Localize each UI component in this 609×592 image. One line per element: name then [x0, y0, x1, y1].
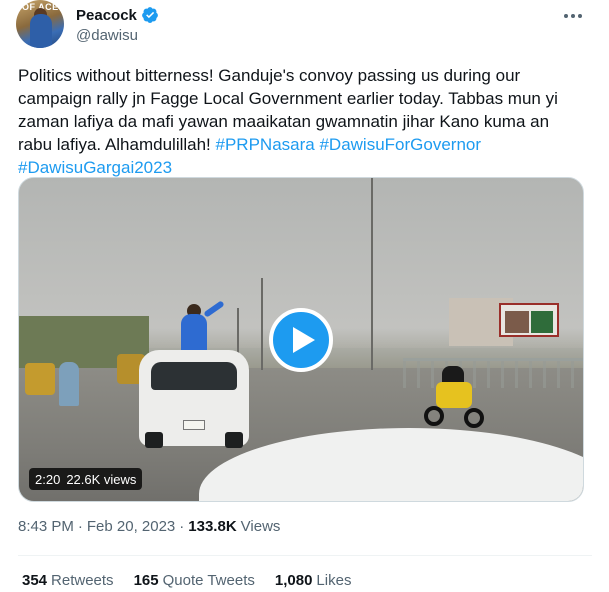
motorbike-body	[436, 382, 472, 408]
car-plate	[183, 420, 205, 430]
video-views: 22.6K views	[66, 471, 137, 487]
quotes-count: 165	[133, 572, 159, 589]
play-icon	[292, 327, 315, 353]
avatar[interactable]: OF ACE	[16, 0, 64, 48]
tweet-time[interactable]: 8:43 PM	[18, 518, 74, 535]
more-dot	[564, 14, 568, 18]
likes-label: Likes	[316, 572, 352, 589]
author-name-row[interactable]: Peacock	[76, 6, 159, 24]
video-billboard	[499, 303, 559, 337]
tweet-meta: 8:43 PM · Feb 20, 2023 · 133.8K Views	[18, 518, 280, 535]
tweet-date[interactable]: Feb 20, 2023	[87, 518, 175, 535]
video-rider	[181, 314, 207, 352]
video-tricycle	[25, 363, 55, 395]
author-handle[interactable]: @dawisu	[76, 27, 138, 44]
retweets-stat[interactable]: 354 Retweets	[22, 572, 114, 589]
motorbike-wheel	[424, 406, 444, 426]
video-car	[139, 350, 249, 448]
tweet-stats: 354 Retweets 165 Quote Tweets 1,080 Likes	[22, 572, 351, 589]
likes-stat[interactable]: 1,080 Likes	[275, 572, 352, 589]
quotes-stat[interactable]: 165 Quote Tweets	[134, 572, 255, 589]
billboard-photo	[531, 311, 553, 333]
video-duration-badge: 2:20 22.6K views	[29, 468, 143, 490]
verified-badge-icon	[142, 7, 158, 23]
divider	[18, 555, 592, 556]
avatar-person	[30, 14, 52, 48]
meta-separator: ·	[77, 518, 83, 535]
tweet-text: Politics without bitterness! Ganduje's c…	[18, 64, 578, 179]
video-player[interactable]: 2:20 22.6K views	[18, 177, 584, 502]
motorbike-wheel	[464, 408, 484, 428]
car-window	[151, 362, 237, 390]
hashtag-link[interactable]: #DawisuGargai2023	[18, 158, 172, 177]
car-wheel	[225, 432, 243, 448]
more-dot	[578, 14, 582, 18]
views-count: 133.8K	[188, 518, 237, 535]
video-pole	[261, 278, 263, 370]
video-motorbike	[422, 366, 486, 430]
car-wheel	[145, 432, 163, 448]
display-name[interactable]: Peacock	[76, 7, 137, 24]
meta-separator: ·	[179, 518, 185, 535]
likes-count: 1,080	[274, 572, 313, 589]
video-person	[59, 362, 79, 406]
quotes-label: Quote Tweets	[162, 572, 255, 589]
tweet-card: OF ACE Peacock @dawisu Politics without …	[0, 0, 609, 592]
hashtag-link[interactable]: #PRPNasara	[216, 135, 315, 154]
more-dot	[571, 14, 575, 18]
retweets-count: 354	[22, 572, 48, 589]
retweets-label: Retweets	[51, 572, 114, 589]
video-pole	[371, 178, 373, 370]
hashtag-link[interactable]: #DawisuForGovernor	[319, 135, 481, 154]
billboard-photo	[505, 311, 529, 333]
views-label: Views	[240, 518, 281, 535]
play-button[interactable]	[269, 308, 333, 372]
video-duration: 2:20	[35, 471, 61, 487]
more-options-icon[interactable]	[561, 6, 585, 26]
